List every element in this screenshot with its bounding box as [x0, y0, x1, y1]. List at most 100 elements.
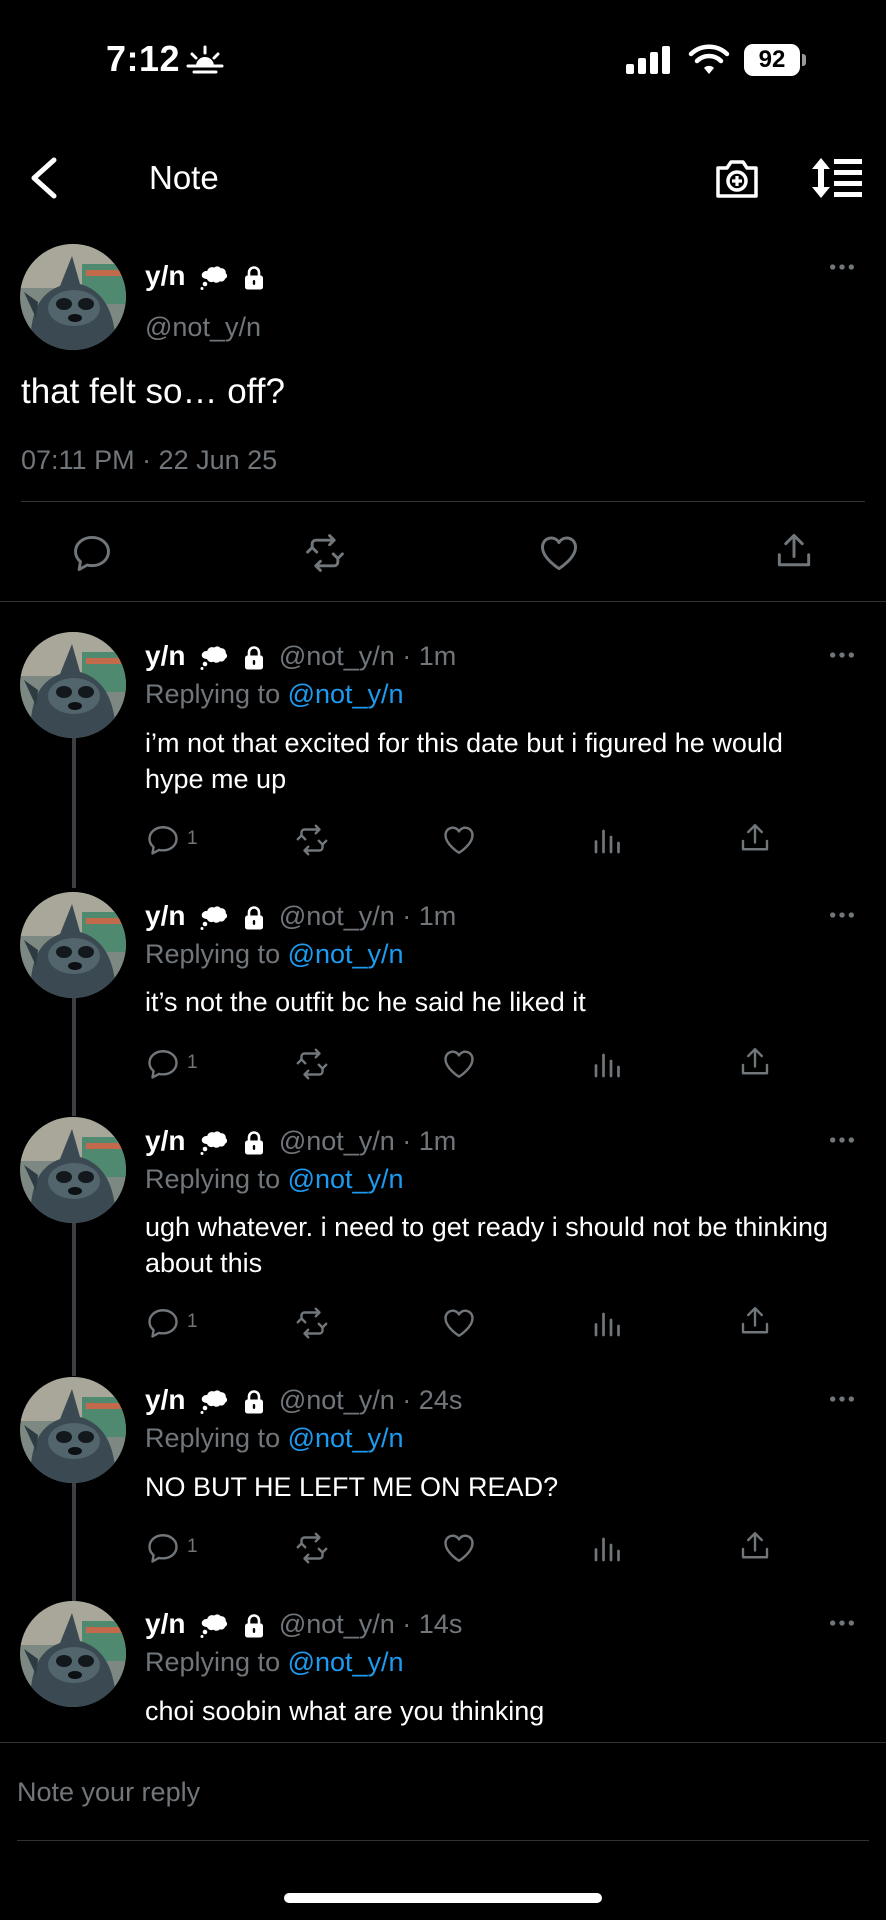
divider — [0, 601, 886, 602]
like-icon[interactable] — [441, 1046, 477, 1082]
mention-link[interactable]: @not_y/n — [288, 1164, 404, 1194]
reply-author[interactable]: y/n @not_y/n · 1m — [145, 900, 456, 932]
reply-meta: @not_y/n · 1m — [278, 901, 457, 931]
reply-meta: @not_y/n · 14s — [278, 1609, 463, 1639]
avatar[interactable] — [20, 244, 126, 350]
reply-author[interactable]: y/n @not_y/n · 1m — [145, 640, 456, 672]
mention-link[interactable]: @not_y/n — [288, 1647, 404, 1677]
reply-count: 1 — [187, 1536, 198, 1557]
comment-icon[interactable] — [145, 1530, 181, 1566]
author-name-text: y/n — [145, 640, 186, 671]
wifi-icon — [688, 44, 730, 74]
lock-icon — [243, 1389, 265, 1415]
author-name[interactable]: y/n — [145, 260, 265, 292]
page-title: Note — [149, 159, 219, 196]
thought-bubble-icon — [199, 265, 229, 291]
avatar[interactable] — [20, 892, 126, 998]
retweet-icon[interactable] — [294, 1305, 330, 1341]
cellular-signal-icon — [626, 46, 670, 74]
reply-count: 1 — [187, 1311, 198, 1332]
share-icon[interactable] — [737, 820, 773, 856]
thought-bubble-icon — [199, 905, 229, 931]
share-icon[interactable] — [737, 1528, 773, 1564]
battery-cap — [802, 54, 806, 66]
lock-icon — [243, 1613, 265, 1639]
comment-icon[interactable] — [145, 1046, 181, 1082]
retweet-icon[interactable] — [294, 822, 330, 858]
retweet-icon[interactable] — [294, 1530, 330, 1566]
replying-prefix: Replying to — [145, 939, 288, 969]
thread-line — [72, 1483, 76, 1601]
like-icon[interactable] — [441, 1305, 477, 1341]
more-icon[interactable] — [828, 910, 856, 920]
share-icon[interactable] — [737, 1303, 773, 1339]
mention-link[interactable]: @not_y/n — [288, 939, 404, 969]
share-icon[interactable] — [772, 529, 816, 573]
home-indicator[interactable] — [284, 1893, 602, 1903]
replying-to: Replying to @not_y/n — [145, 1423, 404, 1454]
more-icon[interactable] — [828, 1135, 856, 1145]
comment-icon[interactable] — [70, 531, 114, 575]
camera-add-icon[interactable] — [712, 154, 762, 202]
avatar[interactable] — [20, 632, 126, 738]
replying-prefix: Replying to — [145, 1164, 288, 1194]
share-icon[interactable] — [737, 1044, 773, 1080]
battery-indicator: 92 — [744, 44, 806, 76]
status-time: 7:12 — [106, 38, 181, 79]
views-icon[interactable] — [590, 1305, 626, 1341]
thread-line — [72, 1223, 76, 1376]
lock-icon — [243, 905, 265, 931]
avatar[interactable] — [20, 1117, 126, 1223]
mention-link[interactable]: @not_y/n — [288, 1423, 404, 1453]
comment-icon[interactable] — [145, 1305, 181, 1341]
more-icon[interactable] — [828, 262, 856, 272]
author-handle[interactable]: @not_y/n — [145, 312, 261, 343]
reply-text: it’s not the outfit bc he said he liked … — [145, 987, 586, 1017]
avatar[interactable] — [20, 1377, 126, 1483]
reply-text: ugh whatever. i need to get ready i shou… — [145, 1212, 828, 1278]
thought-bubble-icon — [199, 1389, 229, 1415]
replying-prefix: Replying to — [145, 1647, 288, 1677]
divider — [17, 1840, 869, 1841]
thought-bubble-icon — [199, 1613, 229, 1639]
author-name-text: y/n — [145, 1125, 186, 1156]
reply-author[interactable]: y/n @not_y/n · 1m — [145, 1125, 456, 1157]
reply-input[interactable]: Note your reply — [17, 1777, 200, 1808]
retweet-icon[interactable] — [294, 1046, 330, 1082]
more-icon[interactable] — [828, 1618, 856, 1628]
replying-to: Replying to @not_y/n — [145, 939, 404, 970]
more-icon[interactable] — [828, 1394, 856, 1404]
views-icon[interactable] — [590, 1530, 626, 1566]
avatar[interactable] — [20, 1601, 126, 1707]
views-icon[interactable] — [590, 1046, 626, 1082]
reply-meta: @not_y/n · 1m — [278, 1126, 457, 1156]
sort-icon[interactable] — [810, 156, 862, 200]
reply-text: i’m not that excited for this date but i… — [145, 728, 783, 794]
reply-meta: @not_y/n · 24s — [278, 1385, 463, 1415]
battery-level: 92 — [744, 44, 800, 76]
thread-line — [72, 998, 76, 1116]
reply-author[interactable]: y/n @not_y/n · 14s — [145, 1608, 462, 1640]
lock-icon — [243, 1130, 265, 1156]
author-name-text: y/n — [145, 900, 186, 931]
reply-count: 1 — [187, 1052, 198, 1073]
like-icon[interactable] — [441, 822, 477, 858]
replying-prefix: Replying to — [145, 679, 288, 709]
like-icon[interactable] — [537, 531, 581, 575]
views-icon[interactable] — [590, 822, 626, 858]
lock-icon — [243, 645, 265, 671]
retweet-icon[interactable] — [303, 531, 347, 575]
like-icon[interactable] — [441, 1530, 477, 1566]
replying-prefix: Replying to — [145, 1423, 288, 1453]
sunset-icon — [186, 45, 224, 74]
comment-icon[interactable] — [145, 822, 181, 858]
back-button[interactable] — [22, 152, 70, 204]
author-name-text: y/n — [145, 260, 186, 291]
author-name-text: y/n — [145, 1608, 186, 1639]
more-icon[interactable] — [828, 650, 856, 660]
replying-to: Replying to @not_y/n — [145, 1647, 404, 1678]
replying-to: Replying to @not_y/n — [145, 679, 404, 710]
reply-author[interactable]: y/n @not_y/n · 24s — [145, 1384, 462, 1416]
thought-bubble-icon — [199, 1130, 229, 1156]
mention-link[interactable]: @not_y/n — [288, 679, 404, 709]
